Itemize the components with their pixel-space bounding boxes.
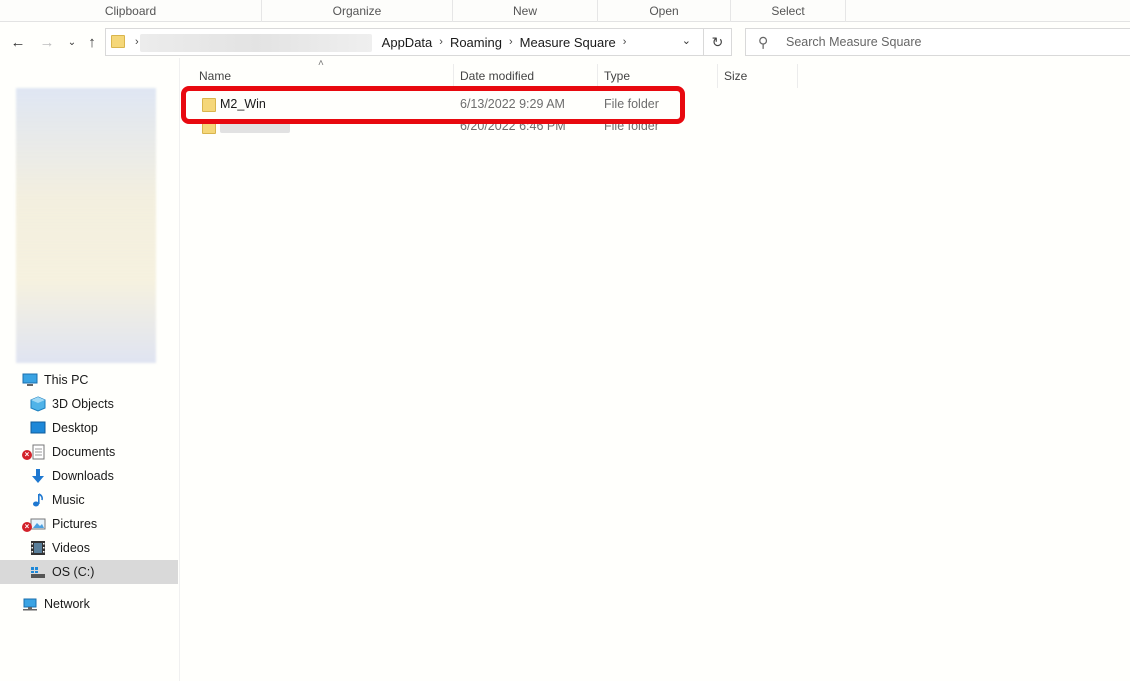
breadcrumb: › AppData › Roaming › Measure Square › — [128, 29, 633, 55]
sync-error-icon: × — [22, 522, 32, 532]
music-note-icon — [30, 492, 46, 508]
nav-3d-objects[interactable]: 3D Objects — [30, 392, 114, 416]
picture-icon: × — [22, 516, 46, 532]
arrow-right-icon: → — [39, 33, 55, 51]
nav-label: Pictures — [52, 517, 98, 531]
chevron-down-icon: ⌄ — [67, 36, 77, 48]
breadcrumb-separator-icon[interactable]: › — [509, 36, 513, 48]
nav-pictures[interactable]: × Pictures — [22, 512, 98, 536]
redacted-quick-access — [16, 88, 156, 363]
nav-label: Network — [44, 597, 90, 611]
breadcrumb-measure-square[interactable]: Measure Square — [520, 35, 616, 50]
computer-icon — [22, 372, 38, 388]
cube-icon — [30, 396, 46, 412]
search-input[interactable] — [786, 33, 1116, 51]
nav-music[interactable]: Music — [30, 488, 85, 512]
breadcrumb-separator-icon[interactable]: › — [135, 36, 139, 48]
ribbon-tabs: Clipboard Organize New Open Select — [0, 0, 1130, 22]
nav-label: OS (C:) — [52, 565, 95, 579]
folder-icon — [111, 35, 125, 48]
column-header-date-modified[interactable]: Date modified — [455, 64, 598, 88]
nav-label: This PC — [44, 373, 89, 387]
chevron-down-icon[interactable]: ⌄ — [682, 34, 691, 47]
nav-videos[interactable]: Videos — [30, 536, 90, 560]
refresh-icon: ↻ — [711, 33, 724, 50]
nav-label: Downloads — [52, 469, 114, 483]
nav-desktop[interactable]: Desktop — [30, 416, 98, 440]
ribbon-group-organize[interactable]: Organize — [262, 0, 453, 22]
nav-network[interactable]: Network — [22, 592, 90, 616]
nav-label: Music — [52, 493, 85, 507]
ribbon-group-clipboard[interactable]: Clipboard — [0, 0, 262, 22]
search-box[interactable]: ⚲ — [745, 28, 1130, 56]
desktop-icon — [30, 420, 46, 436]
address-bar[interactable]: › AppData › Roaming › Measure Square › ⌄… — [105, 28, 732, 56]
ribbon-group-select[interactable]: Select — [731, 0, 846, 22]
drive-icon — [30, 564, 46, 580]
ribbon-group-new[interactable]: New — [453, 0, 598, 22]
network-icon — [22, 596, 38, 612]
sync-error-icon: × — [22, 450, 32, 460]
nav-label: Documents — [52, 445, 116, 459]
film-icon — [30, 540, 46, 556]
breadcrumb-roaming[interactable]: Roaming — [450, 35, 502, 50]
nav-downloads[interactable]: Downloads — [30, 464, 114, 488]
breadcrumb-appdata[interactable]: AppData — [382, 35, 433, 50]
nav-label: Desktop — [52, 421, 98, 435]
ribbon-group-open[interactable]: Open — [598, 0, 731, 22]
nav-documents[interactable]: × Documents — [22, 440, 116, 464]
nav-os-c-drive[interactable]: OS (C:) — [0, 560, 178, 584]
arrow-up-icon: ↑ — [88, 33, 96, 51]
back-button[interactable]: ← — [8, 32, 28, 52]
forward-button[interactable]: → — [37, 32, 57, 52]
nav-label: 3D Objects — [52, 397, 114, 411]
refresh-button[interactable]: ↻ — [703, 28, 731, 56]
download-arrow-icon — [30, 468, 46, 484]
nav-label: Videos — [52, 541, 90, 555]
breadcrumb-separator-icon[interactable]: › — [623, 36, 627, 48]
column-header-size[interactable]: Size — [719, 64, 798, 88]
column-header-name[interactable]: Name — [194, 64, 454, 88]
recent-locations-button[interactable]: ⌄ — [62, 32, 82, 52]
column-header-type[interactable]: Type — [599, 64, 718, 88]
search-icon: ⚲ — [758, 34, 769, 50]
nav-this-pc[interactable]: This PC — [22, 368, 88, 392]
arrow-left-icon: ← — [10, 33, 26, 51]
highlight-annotation — [181, 86, 685, 124]
up-button[interactable]: ↑ — [82, 32, 102, 52]
document-icon: × — [22, 444, 46, 460]
breadcrumb-separator-icon[interactable]: › — [439, 36, 443, 48]
